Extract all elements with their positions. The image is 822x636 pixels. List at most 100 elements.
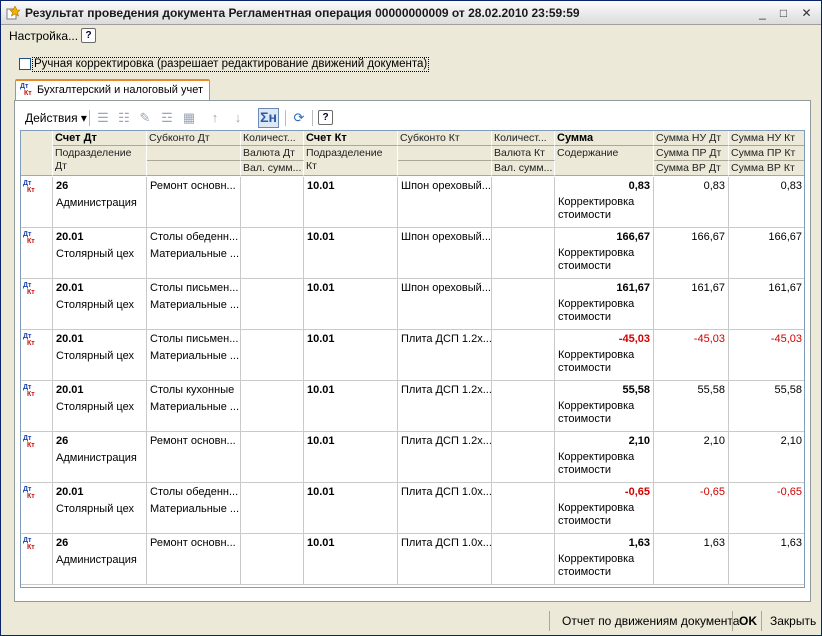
header-kol-kt[interactable]: Количест... (492, 131, 555, 146)
header-vr-kt[interactable]: Сумма ВР Кт (729, 161, 804, 176)
tab-accounting[interactable]: Дт Кт Бухгалтерский и налоговый учет (15, 79, 210, 101)
maximize-button[interactable]: □ (774, 5, 793, 22)
cell-nu-dt[interactable]: 55,58 (654, 381, 729, 431)
cell-subkonto-kt[interactable]: Плита ДСП 1.2х... (398, 432, 492, 482)
cell-subkonto-dt[interactable]: Столы обеденн... Материальные ... (147, 228, 241, 278)
cell-nu-dt[interactable]: -45,03 (654, 330, 729, 380)
cell-subkonto-kt[interactable]: Плита ДСП 1.0х... (398, 483, 492, 533)
cell-subkonto-kt[interactable]: Плита ДСП 1.0х... (398, 534, 492, 584)
cell-subkonto-kt[interactable]: Плита ДСП 1.2х... (398, 381, 492, 431)
cell-kol-dt[interactable] (241, 432, 304, 482)
cell-nu-dt[interactable]: 166,67 (654, 228, 729, 278)
table-row[interactable]: Дт Кт 20.01 Столярный цех Столы письмен... Ма… (21, 330, 804, 381)
table-row[interactable]: Дт Кт 20.01 Столярный цех Столы письмен... Ма… (21, 279, 804, 330)
cell-schet-kt[interactable]: 10.01 (304, 432, 398, 482)
cell-kol-kt[interactable] (492, 483, 555, 533)
manual-edit-checkbox[interactable] (19, 58, 31, 70)
cell-subkonto-dt[interactable]: Столы письмен... Материальные ... (147, 279, 241, 329)
delete-row-icon[interactable]: ☲ (159, 110, 175, 126)
cell-subkonto-kt[interactable]: Шпон ореховый... (398, 279, 492, 329)
table-row[interactable]: Дт Кт 20.01 Столярный цех Столы кухонные Мате… (21, 381, 804, 432)
cell-schet-dt[interactable]: 26 Администрация (53, 177, 147, 227)
cell-kol-kt[interactable] (492, 228, 555, 278)
cell-kol-dt[interactable] (241, 177, 304, 227)
header-nu-kt[interactable]: Сумма НУ Кт (729, 131, 804, 146)
edit-row-icon[interactable]: ✎ (137, 110, 153, 126)
cell-subkonto-dt[interactable]: Ремонт основн... (147, 177, 241, 227)
ok-button[interactable]: OK (739, 614, 757, 628)
cell-subkonto-dt[interactable]: Столы письмен... Материальные ... (147, 330, 241, 380)
cell-kol-kt[interactable] (492, 534, 555, 584)
cell-nu-dt[interactable]: 2,10 (654, 432, 729, 482)
cell-schet-kt[interactable]: 10.01 (304, 534, 398, 584)
clear-icon[interactable]: ▦ (181, 110, 197, 126)
cell-schet-dt[interactable]: 20.01 Столярный цех (53, 381, 147, 431)
cell-schet-kt[interactable]: 10.01 (304, 483, 398, 533)
cell-kol-dt[interactable] (241, 228, 304, 278)
move-down-icon[interactable]: ↓ (230, 110, 246, 126)
cell-summa[interactable]: 166,67 Корректировка стоимости (555, 228, 654, 278)
cell-nu-kt[interactable]: -45,03 (729, 330, 804, 380)
header-val-summ-dt[interactable]: Вал. сумм... (241, 161, 304, 176)
cell-nu-kt[interactable]: 2,10 (729, 432, 804, 482)
header-schet-dt[interactable]: Счет Дт (53, 131, 147, 146)
header-subkonto-kt[interactable]: Субконто Кт (398, 131, 492, 146)
close-button[interactable]: Закрыть (770, 614, 816, 628)
header-schet-kt[interactable]: Счет Кт (304, 131, 398, 146)
move-up-icon[interactable]: ↑ (207, 110, 223, 126)
manual-edit-label[interactable]: Ручная корректировка (разрешает редактир… (32, 57, 430, 72)
cell-schet-dt[interactable]: 20.01 Столярный цех (53, 483, 147, 533)
cell-schet-kt[interactable]: 10.01 (304, 228, 398, 278)
header-pr-dt[interactable]: Сумма ПР Дт (654, 146, 729, 161)
cell-nu-kt[interactable]: 0,83 (729, 177, 804, 227)
cell-schet-dt[interactable]: 20.01 Столярный цех (53, 330, 147, 380)
cell-subkonto-dt[interactable]: Ремонт основн... (147, 432, 241, 482)
header-summa[interactable]: Сумма (555, 131, 654, 146)
cell-nu-dt[interactable]: 0,83 (654, 177, 729, 227)
cell-subkonto-kt[interactable]: Шпон ореховый... (398, 177, 492, 227)
header-kol-dt[interactable]: Количест... (241, 131, 304, 146)
cell-subkonto-kt[interactable]: Шпон ореховый... (398, 228, 492, 278)
help-icon[interactable]: ? (81, 28, 96, 43)
header-vr-dt[interactable]: Сумма ВР Дт (654, 161, 729, 176)
cell-subkonto-dt[interactable]: Ремонт основн... (147, 534, 241, 584)
header-soderzhanie[interactable]: Содержание (555, 146, 654, 176)
cell-summa[interactable]: -0,65 Корректировка стоимости (555, 483, 654, 533)
cell-schet-dt[interactable]: 20.01 Столярный цех (53, 228, 147, 278)
add-row-icon[interactable]: ☰ (95, 110, 111, 126)
cell-schet-kt[interactable]: 10.01 (304, 177, 398, 227)
cell-summa[interactable]: 1,63 Корректировка стоимости (555, 534, 654, 584)
cell-nu-kt[interactable]: 55,58 (729, 381, 804, 431)
cell-subkonto-dt[interactable]: Столы кухонные Материальные ... (147, 381, 241, 431)
header-subkonto-dt[interactable]: Субконто Дт (147, 131, 241, 146)
header-nu-dt[interactable]: Сумма НУ Дт (654, 131, 729, 146)
cell-kol-dt[interactable] (241, 279, 304, 329)
totals-sigma-button[interactable]: Σн (258, 108, 279, 128)
header-pr-kt[interactable]: Сумма ПР Кт (729, 146, 804, 161)
header-val-dt[interactable]: Валюта Дт (241, 146, 304, 161)
cell-schet-kt[interactable]: 10.01 (304, 279, 398, 329)
cell-nu-kt[interactable]: -0,65 (729, 483, 804, 533)
header-val-kt[interactable]: Валюта Кт (492, 146, 555, 161)
cell-kol-dt[interactable] (241, 534, 304, 584)
cell-kol-kt[interactable] (492, 279, 555, 329)
cell-schet-dt[interactable]: 26 Администрация (53, 432, 147, 482)
cell-kol-dt[interactable] (241, 330, 304, 380)
header-podrazd-kt[interactable]: Подразделение Кт (304, 146, 398, 176)
minimize-button[interactable]: _ (753, 5, 772, 22)
cell-summa[interactable]: 2,10 Корректировка стоимости (555, 432, 654, 482)
cell-schet-kt[interactable]: 10.01 (304, 381, 398, 431)
cell-kol-dt[interactable] (241, 483, 304, 533)
cell-summa[interactable]: -45,03 Корректировка стоимости (555, 330, 654, 380)
cell-schet-dt[interactable]: 20.01 Столярный цех (53, 279, 147, 329)
cell-kol-kt[interactable] (492, 432, 555, 482)
cell-kol-kt[interactable] (492, 381, 555, 431)
cell-kol-kt[interactable] (492, 177, 555, 227)
cell-nu-dt[interactable]: -0,65 (654, 483, 729, 533)
cell-nu-kt[interactable]: 161,67 (729, 279, 804, 329)
cell-summa[interactable]: 0,83 Корректировка стоимости (555, 177, 654, 227)
cell-kol-kt[interactable] (492, 330, 555, 380)
cell-nu-kt[interactable]: 166,67 (729, 228, 804, 278)
copy-row-icon[interactable]: ☷ (116, 110, 132, 126)
cell-subkonto-kt[interactable]: Плита ДСП 1.2х... (398, 330, 492, 380)
